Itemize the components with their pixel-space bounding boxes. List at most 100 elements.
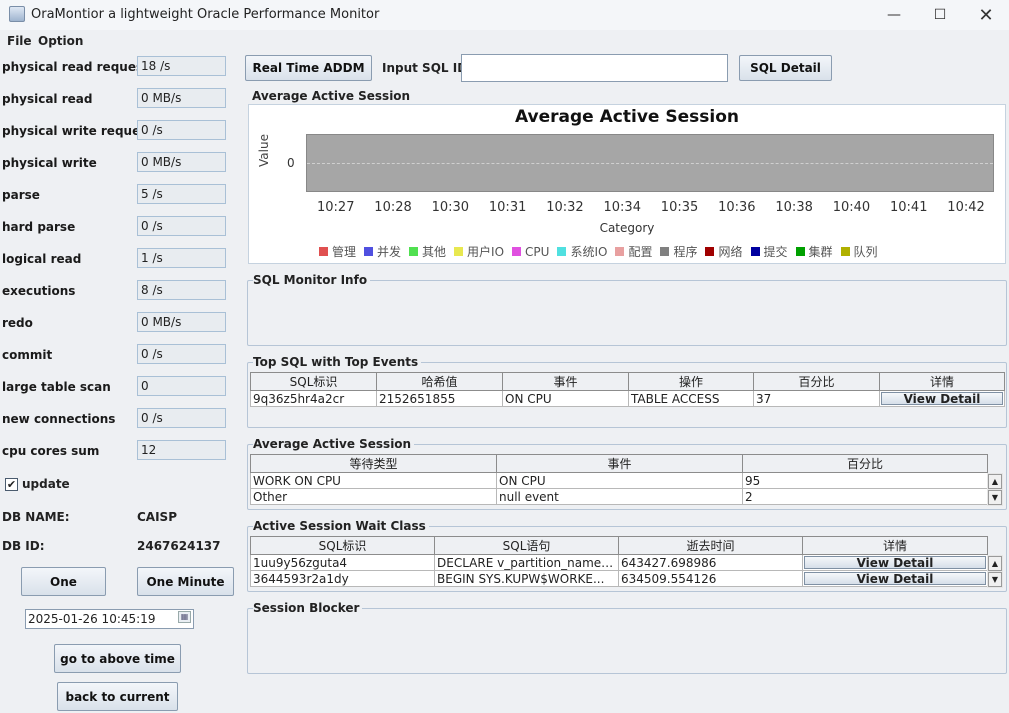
chart-legend: 管理 并发 其他 用户IO CPU 系统IO 配置 程序 网络 提交 集群 队列 (319, 243, 999, 260)
stat-label-executions: executions (2, 284, 76, 298)
go-to-above-time-button[interactable]: go to above time (54, 644, 181, 673)
minimize-icon[interactable]: — (871, 0, 917, 30)
stat-value-redo: 0 MB/s (137, 312, 226, 332)
legend-label: 并发 (377, 245, 402, 259)
column-header[interactable]: 事件 (496, 454, 743, 473)
chart-plot-area (306, 134, 994, 192)
table-row[interactable]: Other null event 2 (250, 488, 988, 505)
stat-value-physical-read-request: 18 /s (137, 56, 226, 76)
view-detail-button[interactable]: View Detail (804, 556, 986, 570)
stat-value-logical-read: 1 /s (137, 248, 226, 268)
legend-label: 网络 (718, 245, 743, 259)
stat-value-cpu-cores-sum: 12 (137, 440, 226, 460)
column-header[interactable]: SQL标识 (250, 372, 377, 391)
wait-table-scrollbar[interactable]: ▲ ▼ (987, 555, 1003, 588)
column-header[interactable]: 百分比 (753, 372, 880, 391)
legend-item: 管理 (319, 243, 356, 260)
x-tick-label: 10:30 (431, 200, 470, 215)
stat-label-hard-parse: hard parse (2, 220, 76, 234)
chart-title: Average Active Session (515, 107, 739, 127)
one-button[interactable]: One (21, 567, 106, 596)
legend-label: 用户IO (467, 245, 505, 259)
table-cell-event: ON CPU (502, 390, 629, 407)
scroll-down-icon[interactable]: ▼ (988, 572, 1002, 587)
menu-option[interactable]: Option (38, 34, 83, 48)
legend-label: 提交 (763, 245, 788, 259)
detail-cell: View Detail (802, 570, 988, 587)
table-row[interactable]: WORK ON CPU ON CPU 95 (250, 472, 988, 489)
db-name-label: DB NAME: (2, 510, 70, 524)
legend-label: 管理 (332, 245, 357, 259)
sql-detail-button[interactable]: SQL Detail (739, 55, 832, 81)
legend-swatch (512, 247, 522, 256)
column-header[interactable]: 详情 (879, 372, 1005, 391)
legend-label: 集群 (808, 245, 833, 259)
sql-monitor-panel (247, 280, 1007, 346)
column-header[interactable]: 详情 (802, 536, 988, 555)
legend-item: 系统IO (557, 243, 607, 260)
db-id-label: DB ID: (2, 539, 45, 553)
one-minute-button[interactable]: One Minute (137, 567, 234, 596)
view-detail-button[interactable]: View Detail (804, 572, 986, 586)
scroll-up-icon[interactable]: ▲ (988, 556, 1002, 571)
legend-swatch (409, 247, 419, 256)
legend-label: CPU (525, 244, 550, 259)
x-tick-label: 10:36 (718, 200, 756, 215)
datetime-field[interactable]: 2025-01-26 10:45:19 ▦ (25, 609, 194, 629)
update-label: update (22, 477, 70, 491)
column-header[interactable]: 百分比 (742, 454, 988, 473)
table-cell-elapsed: 643427.698986 (618, 554, 803, 571)
table-row[interactable]: 3644593r2a1dy BEGIN SYS.KUPW$WORKE... 634… (250, 570, 988, 587)
aas-table-scrollbar[interactable]: ▲ ▼ (987, 473, 1003, 506)
stat-label-large-table-scan: large table scan (2, 380, 111, 394)
stat-label-physical-write-request: physical write request (2, 124, 154, 138)
view-detail-button[interactable]: View Detail (881, 392, 1003, 406)
column-header[interactable]: 操作 (628, 372, 754, 391)
legend-label: 其他 (422, 245, 447, 259)
stat-value-new-connections: 0 /s (137, 408, 226, 428)
wait-class-table: SQL标识 SQL语句 逝去时间 详情 1uu9y56zguta4 DECLARE v_… (250, 536, 988, 587)
chart-ylabel: Value (257, 134, 271, 167)
sql-id-input[interactable] (461, 54, 728, 82)
legend-item: 集群 (795, 243, 833, 260)
table-cell-sql-id: 3644593r2a1dy (250, 570, 435, 587)
column-header[interactable]: 逝去时间 (618, 536, 803, 555)
table-cell-percent: 95 (742, 472, 988, 489)
calendar-icon[interactable]: ▦ (178, 611, 191, 623)
top-sql-table: SQL标识 哈希值 事件 操作 百分比 详情 9q36z5hr4a2cr 215265185… (250, 372, 1005, 407)
detail-cell: View Detail (879, 390, 1005, 407)
table-cell-sql-text: DECLARE v_partition_name v... (434, 554, 619, 571)
top-sql-panel-title: Top SQL with Top Events (253, 355, 422, 369)
column-header[interactable]: 事件 (502, 372, 629, 391)
column-header[interactable]: SQL标识 (250, 536, 435, 555)
maximize-icon[interactable]: ☐ (917, 0, 963, 30)
column-header[interactable]: 哈希值 (376, 372, 503, 391)
update-checkbox[interactable]: ✔ (5, 478, 18, 491)
menu-file[interactable]: File (7, 34, 32, 48)
close-icon[interactable]: ✕ (963, 0, 1009, 30)
scroll-up-icon[interactable]: ▲ (988, 474, 1002, 489)
aas-table: 等待类型 事件 百分比 WORK ON CPU ON CPU 95 Other null e… (250, 454, 988, 505)
stat-value-physical-write-request: 0 /s (137, 120, 226, 140)
x-tick-label: 10:40 (832, 200, 871, 215)
real-time-addm-button[interactable]: Real Time ADDM (245, 55, 372, 81)
legend-swatch (660, 247, 670, 256)
stat-label-logical-read: logical read (2, 252, 82, 266)
table-cell-wait-type: WORK ON CPU (250, 472, 497, 489)
legend-item: 程序 (660, 243, 697, 260)
scroll-down-icon[interactable]: ▼ (988, 490, 1002, 505)
legend-label: 队列 (853, 245, 878, 259)
table-row[interactable]: 9q36z5hr4a2cr 2152651855 ON CPU TABLE ACCES… (250, 390, 1005, 407)
x-tick-label: 10:41 (890, 200, 928, 215)
column-header[interactable]: SQL语句 (434, 536, 619, 555)
x-tick-label: 10:35 (660, 200, 699, 215)
legend-item: 用户IO (454, 243, 504, 260)
legend-item: 并发 (364, 243, 401, 260)
wait-class-panel-title: Active Session Wait Class (253, 519, 429, 533)
legend-item: 配置 (615, 243, 652, 260)
column-header[interactable]: 等待类型 (250, 454, 497, 473)
table-row[interactable]: 1uu9y56zguta4 DECLARE v_partition_name v.… (250, 554, 988, 571)
stat-label-physical-write: physical write (2, 156, 97, 170)
back-to-current-button[interactable]: back to current (57, 682, 178, 711)
stat-value-executions: 8 /s (137, 280, 226, 300)
